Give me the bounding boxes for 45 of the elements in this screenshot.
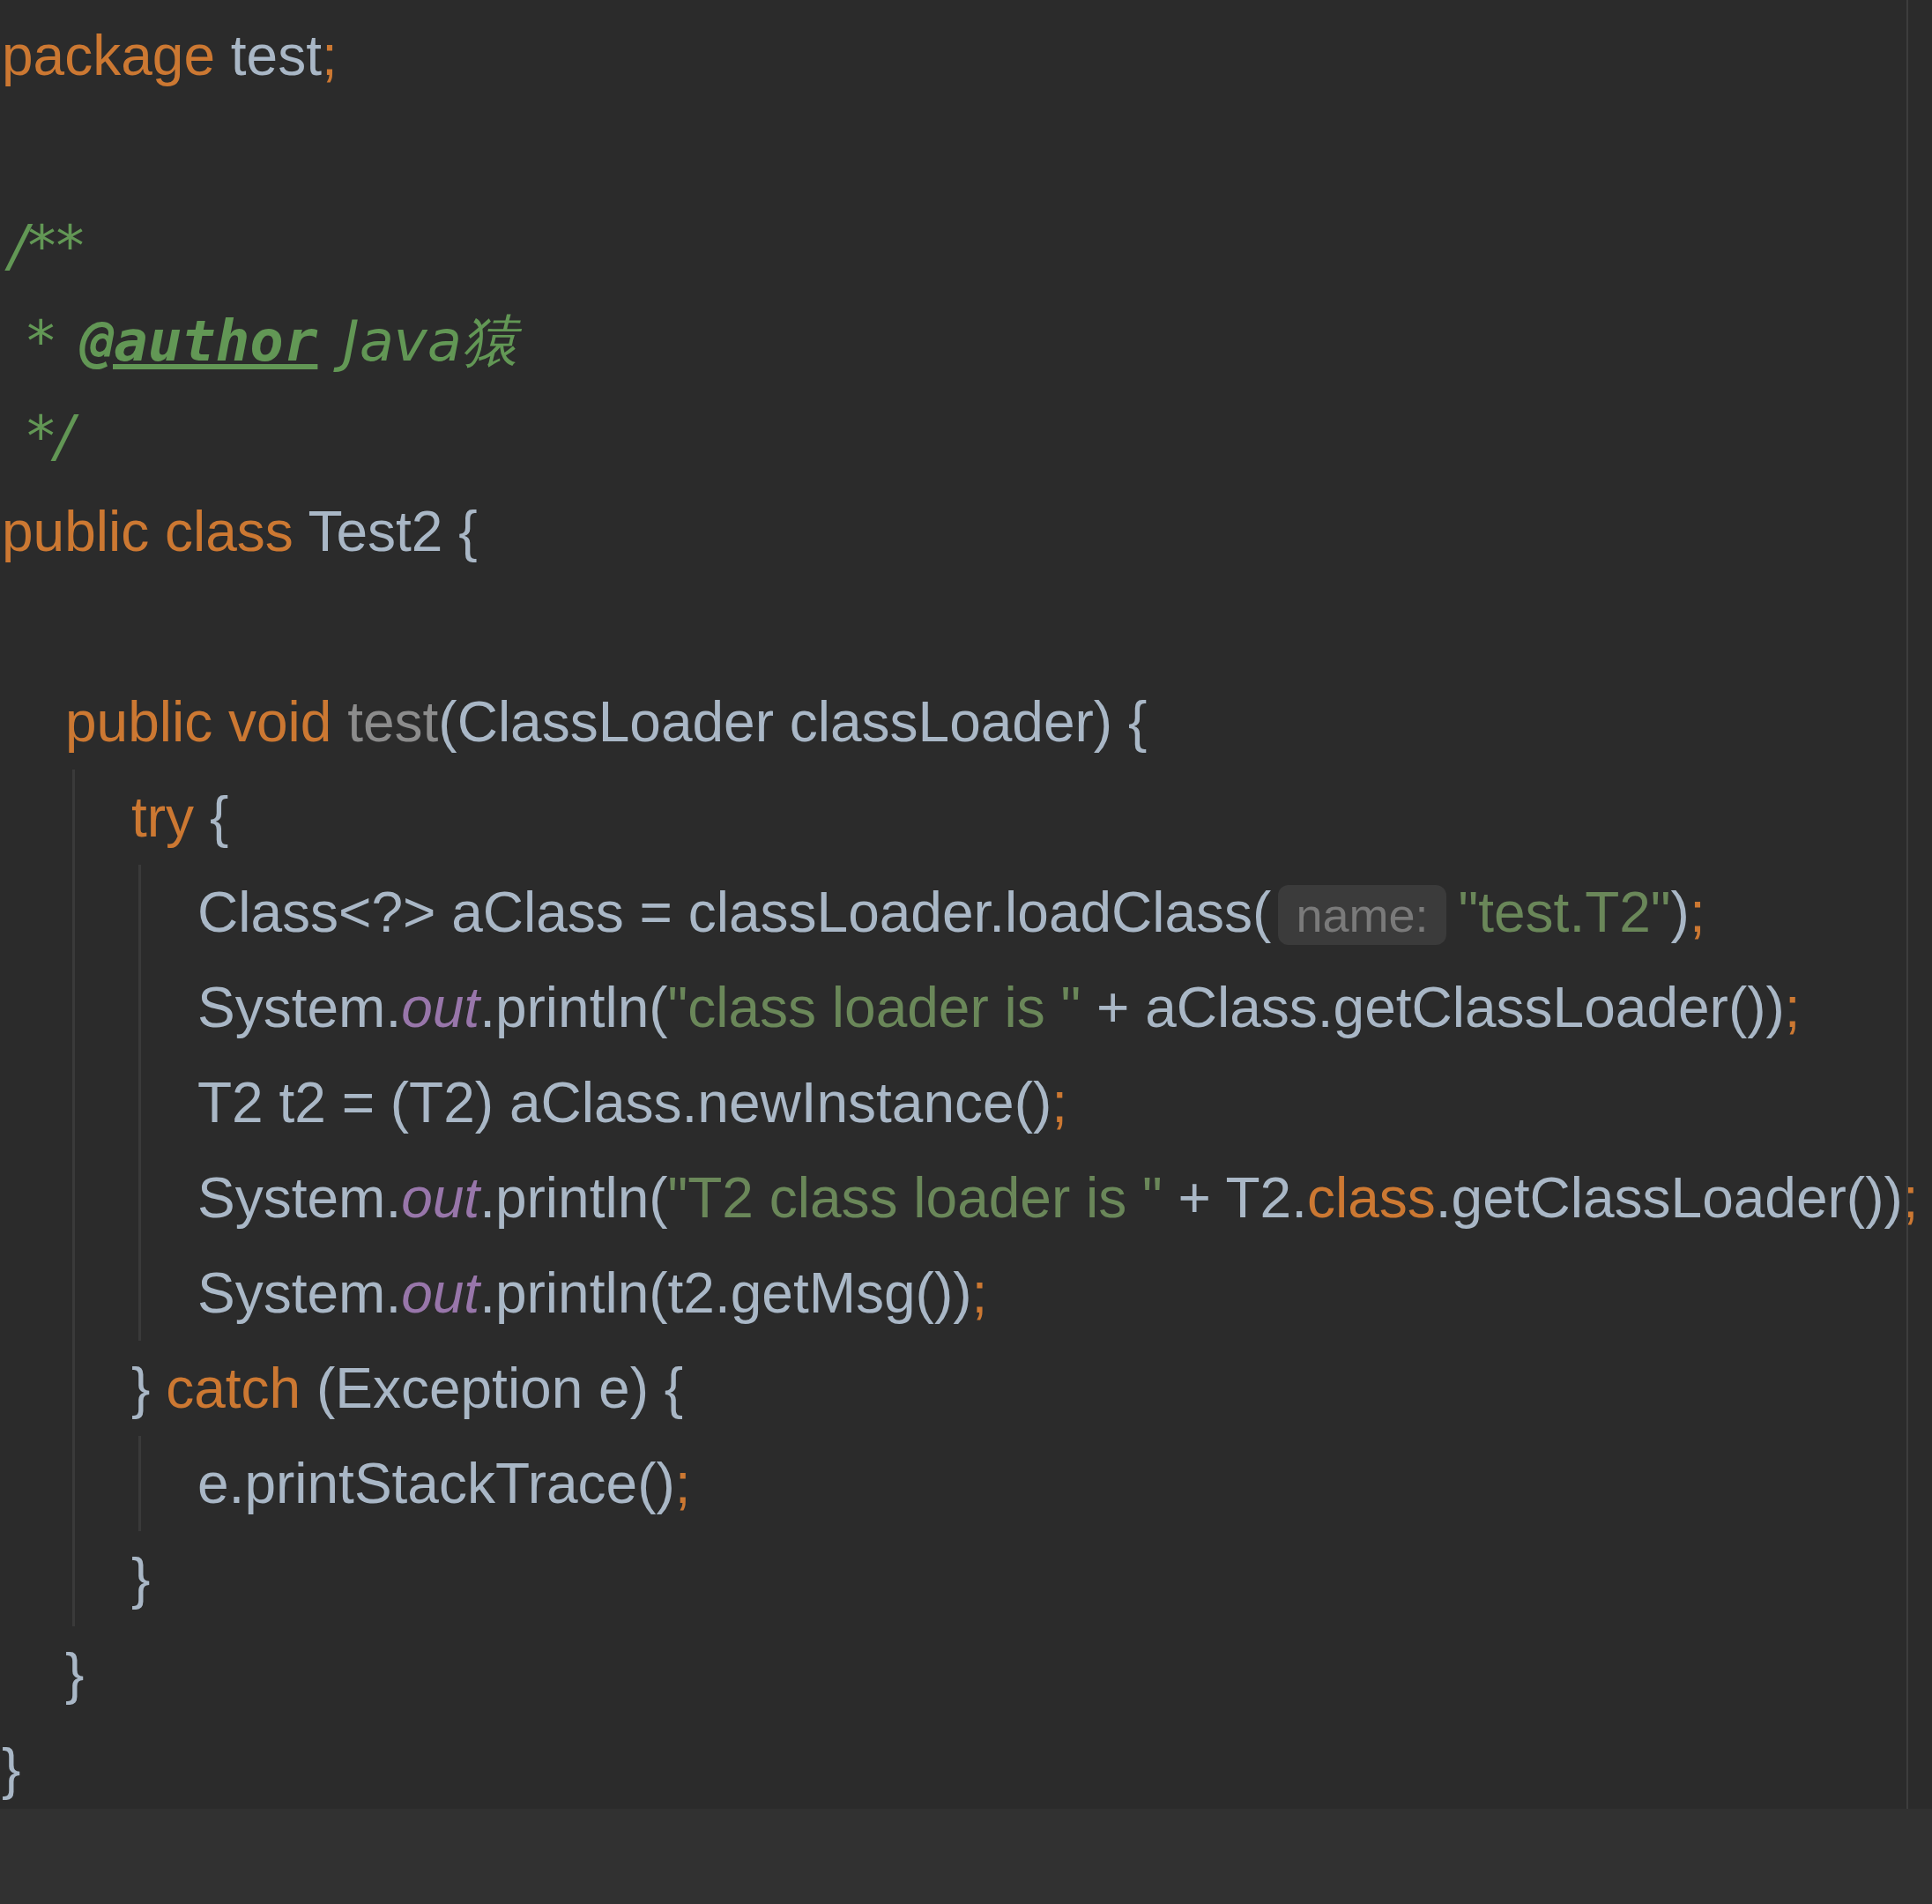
code-text: System. [197,1166,402,1230]
code-text: .getClassLoader()) [1435,1166,1903,1230]
code-text: T2 t2 = (T2) aClass.newInstance() [197,1071,1052,1134]
code-keyword: class [1306,1166,1436,1230]
code-keyword: ; [1784,976,1801,1039]
code-text: System. [197,976,402,1039]
code-text: + T2. [1177,1166,1307,1230]
code-text: Class<?> aClass = classLoader.loadClass( [197,881,1272,944]
parameter-hint: name: [1278,885,1446,945]
code-text: } [131,1547,151,1610]
code-keyword: ; [674,1452,691,1515]
code-comment: * [26,308,56,376]
doc-tag: @author [79,309,318,374]
code-keyword: ; [1051,1071,1068,1134]
string-literal: "test.T2" [1458,881,1671,944]
code-text: } [131,1357,152,1420]
code-keyword: ; [971,1261,988,1325]
string-literal: "class loader is " [667,976,1081,1039]
code-text: } [65,1642,85,1706]
string-literal: "T2 class loader is " [667,1166,1163,1230]
code-text: ) [1670,881,1690,944]
code-keyword: public void [65,690,333,754]
code-text: Test2 { [308,500,478,563]
field-name: out [401,1261,480,1325]
code-text: + aClass.getClassLoader()) [1096,976,1785,1039]
method-name: test [347,690,439,754]
code-keyword: package [2,24,216,87]
code-text: test [230,24,322,87]
code-text: e.printStackTrace() [197,1452,675,1515]
code-keyword: try [131,785,196,849]
code-keyword: public class [2,500,294,563]
code-comment: /** [2,210,92,284]
field-name: out [401,976,480,1039]
code-comment: */ [2,400,81,474]
code-text: (ClassLoader classLoader) { [438,690,1148,754]
code-keyword: ; [321,24,338,87]
code-text: { [209,785,229,849]
code-text: } [2,1737,21,1801]
field-name: out [401,1166,480,1230]
code-text: System. [197,1261,402,1325]
code-keyword: ; [1902,1166,1919,1230]
code-keyword: catch [166,1357,302,1420]
code-keyword: ; [1689,881,1705,944]
code-text: (Exception e) { [316,1357,684,1420]
code-comment: Java猿 [317,305,525,379]
